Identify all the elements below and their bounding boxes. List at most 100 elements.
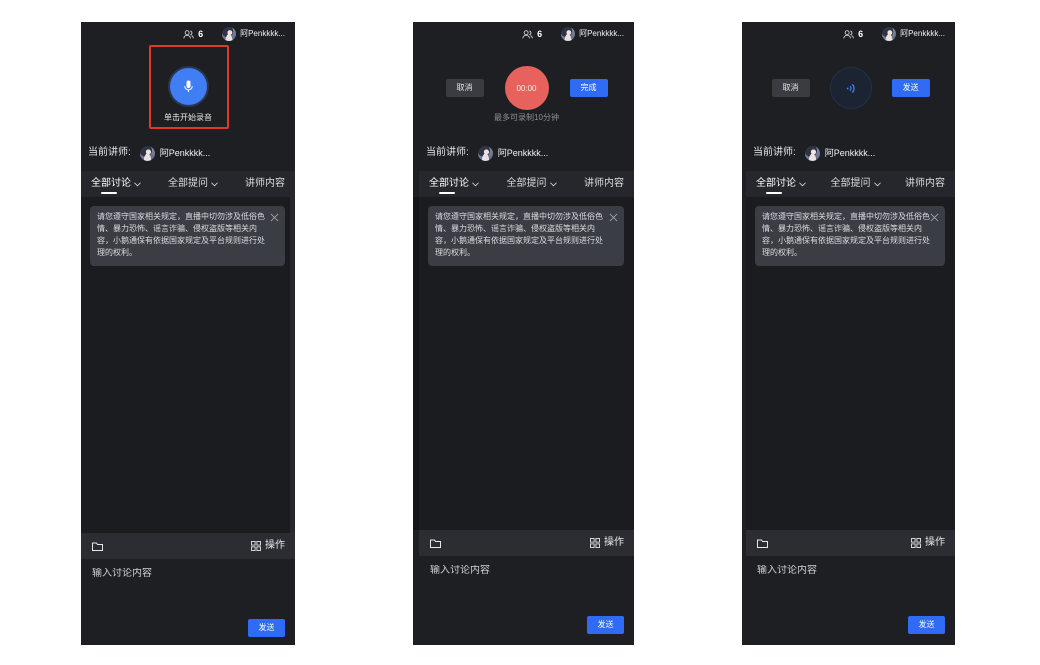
send-recording-button[interactable]: 发送 bbox=[891, 79, 930, 97]
users-icon bbox=[183, 29, 194, 38]
tab-all-questions[interactable]: 全部提问 bbox=[507, 171, 557, 197]
avatar bbox=[222, 27, 237, 41]
users-icon bbox=[843, 29, 854, 38]
close-notice-button[interactable] bbox=[609, 212, 619, 222]
avatar bbox=[882, 27, 897, 41]
tab-label: 讲师内容 bbox=[245, 178, 285, 189]
viewer-count[interactable]: 6 bbox=[843, 29, 863, 39]
viewer-count-value: 6 bbox=[198, 29, 204, 39]
viewer-count-value: 6 bbox=[537, 29, 543, 39]
cancel-recording-button[interactable]: 取消 bbox=[771, 79, 810, 97]
input-area: 发送 bbox=[81, 559, 295, 645]
actions-button[interactable]: 操作 bbox=[911, 537, 945, 549]
lecturer-label: 当前讲师: bbox=[88, 147, 131, 158]
actions-button[interactable]: 操作 bbox=[251, 540, 285, 552]
tab-label: 全部讨论 bbox=[429, 178, 469, 189]
current-user[interactable]: 阿Penkkkk... bbox=[882, 27, 945, 41]
current-user[interactable]: 阿Penkkkk... bbox=[222, 27, 285, 41]
close-notice-button[interactable] bbox=[930, 212, 940, 222]
notice-banner: 请您遵守国家相关规定，直播中切勿涉及低俗色情、暴力恐怖、谣言诈骗、侵权盗版等相关… bbox=[90, 206, 285, 266]
username: 阿Penkkkk... bbox=[579, 29, 624, 38]
tab-all-questions[interactable]: 全部提问 bbox=[831, 171, 881, 197]
lecturer-label: 当前讲师: bbox=[426, 147, 469, 158]
chevron-down-icon bbox=[134, 181, 141, 186]
file-button[interactable] bbox=[757, 539, 768, 548]
top-bar: 6 阿Penkkkk... bbox=[81, 22, 295, 46]
notice-text: 请您遵守国家相关规定，直播中切勿涉及低俗色情、暴力恐怖、谣言诈骗、侵权盗版等相关… bbox=[97, 212, 265, 257]
finish-recording-button[interactable]: 完成 bbox=[569, 79, 608, 97]
folder-icon bbox=[757, 539, 768, 548]
current-lecturer: 当前讲师: 阿Penkkkk... bbox=[88, 145, 210, 161]
lecturer-avatar bbox=[477, 145, 493, 161]
recording-timer-button[interactable]: 00:00 bbox=[504, 66, 549, 110]
tab-lecturer-content[interactable]: 讲师内容 bbox=[905, 171, 945, 197]
viewer-count-value: 6 bbox=[858, 29, 864, 39]
tab-all-discussions[interactable]: 全部讨论 bbox=[91, 171, 141, 197]
discussion-input[interactable] bbox=[430, 565, 610, 595]
notice-text: 请您遵守国家相关规定，直播中切勿涉及低俗色情、暴力恐怖、谣言诈骗、侵权盗版等相关… bbox=[762, 212, 930, 257]
chevron-down-icon bbox=[211, 181, 218, 186]
panel-content: 6 阿Penkkkk... 取消 00:00 完成 最多可录制10分钟 当前讲师… bbox=[419, 22, 634, 645]
chevron-down-icon bbox=[873, 181, 881, 186]
send-button[interactable]: 发送 bbox=[908, 616, 945, 634]
input-toolbar: 操作 bbox=[419, 530, 634, 556]
folder-icon bbox=[430, 539, 441, 548]
send-button[interactable]: 发送 bbox=[587, 616, 624, 634]
current-user[interactable]: 阿Penkkkk... bbox=[561, 27, 624, 41]
top-bar: 6 阿Penkkkk... bbox=[419, 22, 634, 46]
chat-area: 请您遵守国家相关规定，直播中切勿涉及低俗色情、暴力恐怖、谣言诈骗、侵权盗版等相关… bbox=[746, 197, 955, 530]
tab-all-discussions[interactable]: 全部讨论 bbox=[429, 171, 479, 197]
sound-wave-icon bbox=[846, 83, 855, 93]
recording-controls: 取消 发送 bbox=[746, 66, 955, 110]
grid-icon bbox=[590, 538, 600, 548]
microphone-icon bbox=[183, 80, 193, 93]
live-panel-recording: 6 阿Penkkkk... 取消 00:00 完成 最多可录制10分钟 当前讲师… bbox=[413, 22, 634, 645]
tab-lecturer-content[interactable]: 讲师内容 bbox=[245, 171, 285, 197]
viewer-count[interactable]: 6 bbox=[522, 29, 542, 39]
chevron-down-icon bbox=[472, 181, 479, 186]
tab-label: 全部提问 bbox=[168, 178, 208, 189]
lecturer-name: 阿Penkkkk... bbox=[159, 148, 211, 158]
discussion-input[interactable] bbox=[92, 568, 272, 598]
viewer-count[interactable]: 6 bbox=[183, 29, 203, 39]
lecturer-label: 当前讲师: bbox=[753, 147, 796, 158]
start-recording-button[interactable] bbox=[169, 68, 207, 105]
chat-area: 请您遵守国家相关规定，直播中切勿涉及低俗色情、暴力恐怖、谣言诈骗、侵权盗版等相关… bbox=[81, 197, 295, 533]
live-panel-recorded: 6 阿Penkkkk... 取消 发送 当前讲师: 阿Penkkkk... 全部… bbox=[742, 22, 955, 645]
username: 阿Penkkkk... bbox=[240, 29, 285, 38]
tab-lecturer-content[interactable]: 讲师内容 bbox=[584, 171, 624, 197]
users-icon bbox=[522, 29, 533, 38]
cancel-recording-button[interactable]: 取消 bbox=[445, 79, 484, 97]
input-area: 发送 bbox=[419, 556, 634, 645]
actions-label: 操作 bbox=[925, 537, 945, 548]
tab-label: 全部讨论 bbox=[91, 178, 131, 189]
input-area: 发送 bbox=[746, 556, 955, 645]
file-button[interactable] bbox=[92, 542, 103, 551]
discussion-input[interactable] bbox=[757, 565, 937, 595]
lecturer-name: 阿Penkkkk... bbox=[824, 148, 876, 158]
active-tab-indicator bbox=[101, 192, 117, 194]
chevron-down-icon bbox=[549, 181, 557, 186]
play-recording-button[interactable] bbox=[829, 67, 872, 109]
close-icon bbox=[270, 213, 279, 221]
chat-scrollbar[interactable] bbox=[290, 197, 295, 533]
notice-banner: 请您遵守国家相关规定，直播中切勿涉及低俗色情、暴力恐怖、谣言诈骗、侵权盗版等相关… bbox=[428, 206, 624, 266]
avatar bbox=[561, 27, 576, 41]
active-tab-indicator bbox=[439, 192, 455, 194]
actions-label: 操作 bbox=[604, 537, 624, 548]
send-button[interactable]: 发送 bbox=[248, 619, 285, 637]
record-hint: 单击开始录音 bbox=[164, 113, 212, 122]
grid-icon bbox=[911, 538, 921, 548]
chevron-down-icon bbox=[799, 181, 806, 186]
lecturer-name: 阿Penkkkk... bbox=[497, 148, 549, 158]
tab-all-questions[interactable]: 全部提问 bbox=[168, 171, 218, 197]
tab-all-discussions[interactable]: 全部讨论 bbox=[756, 171, 806, 197]
actions-label: 操作 bbox=[265, 540, 285, 551]
actions-button[interactable]: 操作 bbox=[590, 537, 624, 549]
tab-label: 全部提问 bbox=[830, 178, 871, 189]
panel-content: 6 阿Penkkkk... 取消 发送 当前讲师: 阿Penkkkk... 全部… bbox=[746, 22, 955, 645]
input-toolbar: 操作 bbox=[81, 533, 295, 559]
file-button[interactable] bbox=[430, 539, 441, 548]
tab-label: 全部讨论 bbox=[756, 178, 796, 189]
close-notice-button[interactable] bbox=[270, 212, 280, 222]
